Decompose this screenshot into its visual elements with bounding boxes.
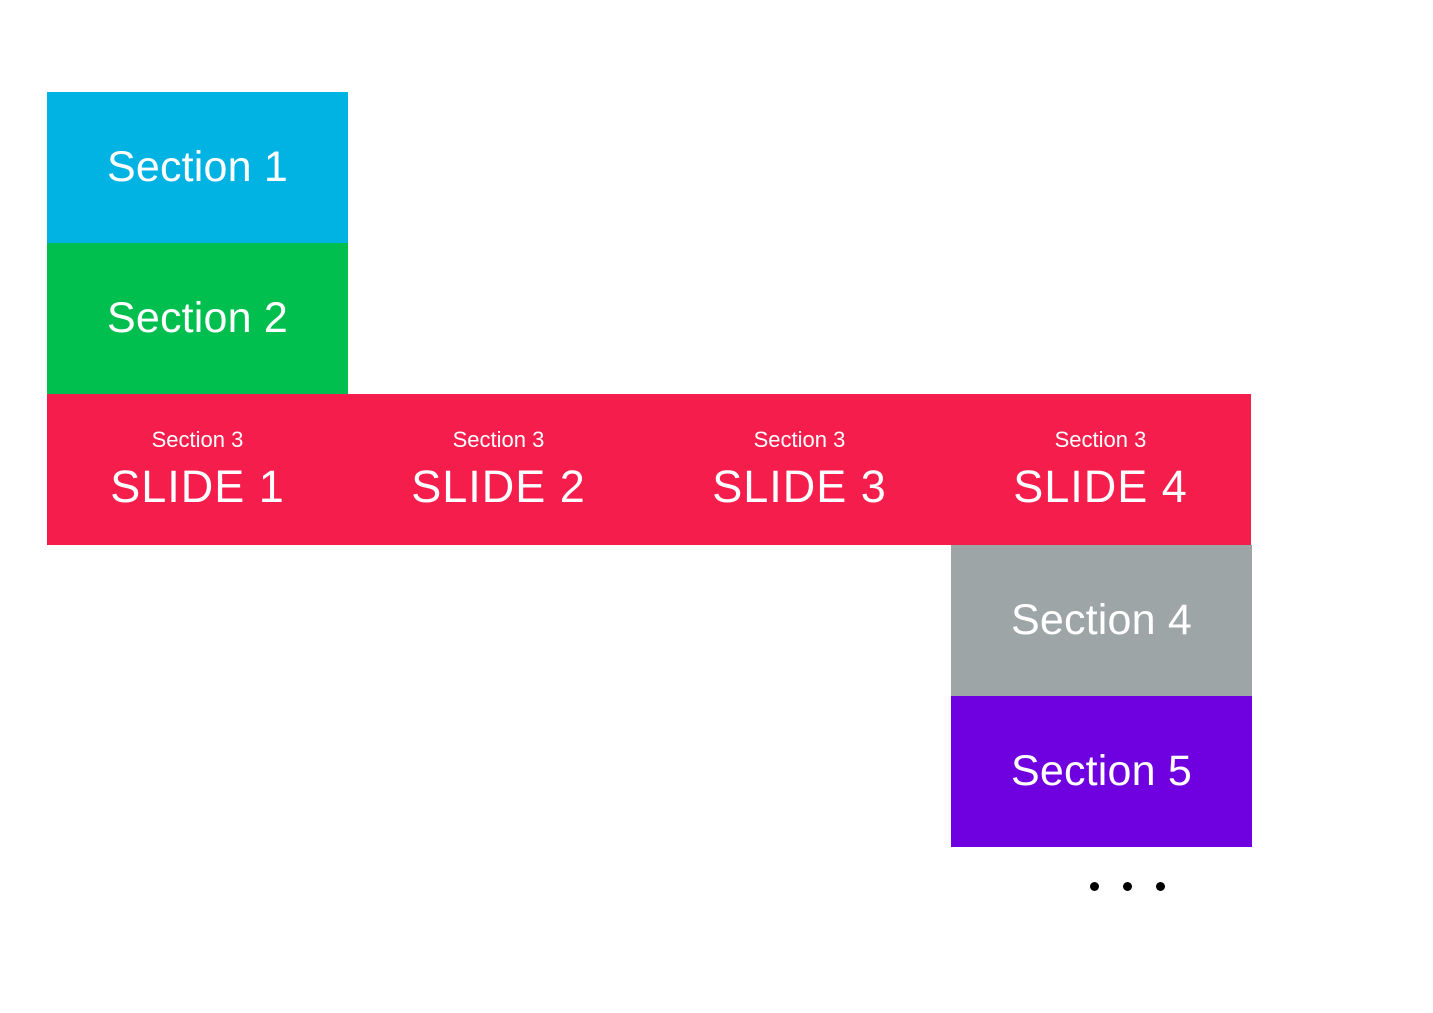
section-3-label: Section 3 <box>754 427 846 453</box>
section-1[interactable]: Section 1 <box>47 92 348 243</box>
slide-1-title: SLIDE 1 <box>110 461 285 513</box>
slide-2-title: SLIDE 2 <box>411 461 586 513</box>
section-3-slide-row[interactable]: Section 3 SLIDE 1 Section 3 SLIDE 2 Sect… <box>47 394 1252 545</box>
section-2-title: Section 2 <box>107 294 288 343</box>
pagination-dot-3[interactable] <box>1156 882 1165 891</box>
pagination-dot-1[interactable] <box>1090 882 1099 891</box>
right-sections: Section 4 Section 5 <box>951 545 1252 847</box>
sections-container: Section 1 Section 2 Section 3 SLIDE 1 Se… <box>47 92 1252 847</box>
section-1-title: Section 1 <box>107 143 288 192</box>
section-4[interactable]: Section 4 <box>951 545 1252 696</box>
slide-4-title: SLIDE 4 <box>1013 461 1188 513</box>
section-3-slide-3[interactable]: Section 3 SLIDE 3 <box>649 394 950 545</box>
slide-3-title: SLIDE 3 <box>712 461 887 513</box>
section-3-label: Section 3 <box>152 427 244 453</box>
section-3-slide-2[interactable]: Section 3 SLIDE 2 <box>348 394 649 545</box>
section-3-label: Section 3 <box>453 427 545 453</box>
section-3-label: Section 3 <box>1055 427 1147 453</box>
section-2[interactable]: Section 2 <box>47 243 348 394</box>
section-5-title: Section 5 <box>1011 747 1192 796</box>
section-5[interactable]: Section 5 <box>951 696 1252 847</box>
pagination-dots[interactable] <box>1090 882 1165 891</box>
section-3-slide-4[interactable]: Section 3 SLIDE 4 <box>950 394 1251 545</box>
section-4-title: Section 4 <box>1011 596 1192 645</box>
section-3-slide-1[interactable]: Section 3 SLIDE 1 <box>47 394 348 545</box>
pagination-dot-2[interactable] <box>1123 882 1132 891</box>
